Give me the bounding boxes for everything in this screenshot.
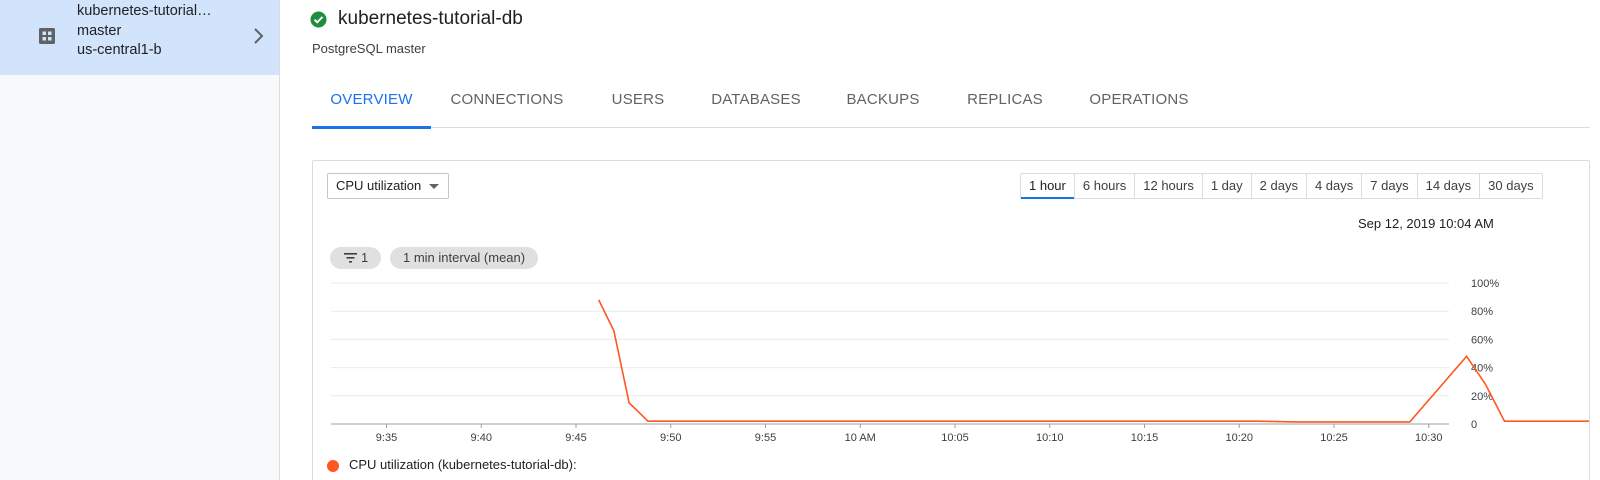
x-tick-label: 9:40 xyxy=(471,432,492,444)
y-tick-label: 60% xyxy=(1471,334,1493,346)
y-tick-label: 80% xyxy=(1471,306,1493,318)
x-tick-label: 9:45 xyxy=(565,432,586,444)
range-4-days[interactable]: 4 days xyxy=(1305,174,1361,198)
x-tick-label: 10:15 xyxy=(1131,432,1159,444)
chart-card: CPU utilization 1 hour 6 hours 12 hours … xyxy=(312,160,1590,480)
legend-label: CPU utilization (kubernetes-tutorial-db)… xyxy=(349,457,577,472)
dropdown-caret-icon xyxy=(429,184,439,189)
chart-timestamp: Sep 12, 2019 10:04 AM xyxy=(1358,216,1494,231)
instance-zone: us-central1-b xyxy=(77,42,162,58)
range-14-days[interactable]: 14 days xyxy=(1416,174,1480,198)
x-tick-label: 10:10 xyxy=(1036,432,1064,444)
cpu-utilization-chart: 9:35 9:40 9:45 9:50 9:55 10 AM 10:05 10:10 10:15… xyxy=(331,278,1589,444)
filter-chip[interactable]: 1 xyxy=(330,247,381,269)
instance-name: kubernetes-tutorial… xyxy=(77,3,212,19)
range-12-hours[interactable]: 12 hours xyxy=(1134,174,1202,198)
tab-databases[interactable]: DATABASES xyxy=(709,82,803,128)
y-tick-label: 0 xyxy=(1471,419,1477,431)
x-tick-label: 10:25 xyxy=(1320,432,1348,444)
x-tick-label: 10:30 xyxy=(1415,432,1443,444)
range-30-days[interactable]: 30 days xyxy=(1479,174,1542,198)
range-6-hours[interactable]: 6 hours xyxy=(1073,174,1134,198)
y-tick-label: 100% xyxy=(1471,278,1499,290)
metric-select-value: CPU utilization xyxy=(336,178,422,193)
range-1-hour[interactable]: 1 hour xyxy=(1021,174,1074,199)
range-1-day[interactable]: 1 day xyxy=(1201,174,1251,198)
page-title: kubernetes-tutorial-db xyxy=(338,8,523,29)
check-circle-icon xyxy=(310,11,327,28)
tab-overview[interactable]: OVERVIEW xyxy=(312,82,431,129)
filter-count: 1 xyxy=(361,250,369,265)
x-tick-label: 10 AM xyxy=(845,432,876,444)
sidebar-instance-item[interactable]: kubernetes-tutorial… master us-central1-… xyxy=(0,0,279,75)
sidebar: kubernetes-tutorial… master us-central1-… xyxy=(0,0,280,480)
range-7-days[interactable]: 7 days xyxy=(1361,174,1416,198)
tab-replicas[interactable]: REPLICAS xyxy=(965,82,1045,128)
filter-icon xyxy=(344,253,357,263)
tab-connections[interactable]: CONNECTIONS xyxy=(448,82,566,128)
time-range-selector: 1 hour 6 hours 12 hours 1 day 2 days 4 d… xyxy=(1020,173,1543,199)
x-tick-label: 9:35 xyxy=(376,432,397,444)
metric-select[interactable]: CPU utilization xyxy=(327,173,449,199)
instance-role: master xyxy=(77,23,122,39)
chart-series-line xyxy=(597,299,1589,423)
x-tick-label: 10:20 xyxy=(1225,432,1253,444)
page-subtitle: PostgreSQL master xyxy=(312,41,426,56)
x-tick-label: 9:55 xyxy=(755,432,776,444)
tab-operations[interactable]: OPERATIONS xyxy=(1087,82,1191,128)
chevron-right-icon[interactable] xyxy=(252,26,266,46)
tab-backups[interactable]: BACKUPS xyxy=(843,82,923,128)
legend-color-dot xyxy=(327,460,339,472)
instance-grid-icon xyxy=(39,28,55,44)
x-tick-label: 10:05 xyxy=(941,432,969,444)
interval-chip[interactable]: 1 min interval (mean) xyxy=(390,247,539,269)
tab-users[interactable]: USERS xyxy=(608,82,668,128)
tab-bar: OVERVIEW CONNECTIONS USERS DATABASES BAC… xyxy=(312,82,1590,129)
x-tick-label: 9:50 xyxy=(660,432,681,444)
range-2-days[interactable]: 2 days xyxy=(1250,174,1306,198)
